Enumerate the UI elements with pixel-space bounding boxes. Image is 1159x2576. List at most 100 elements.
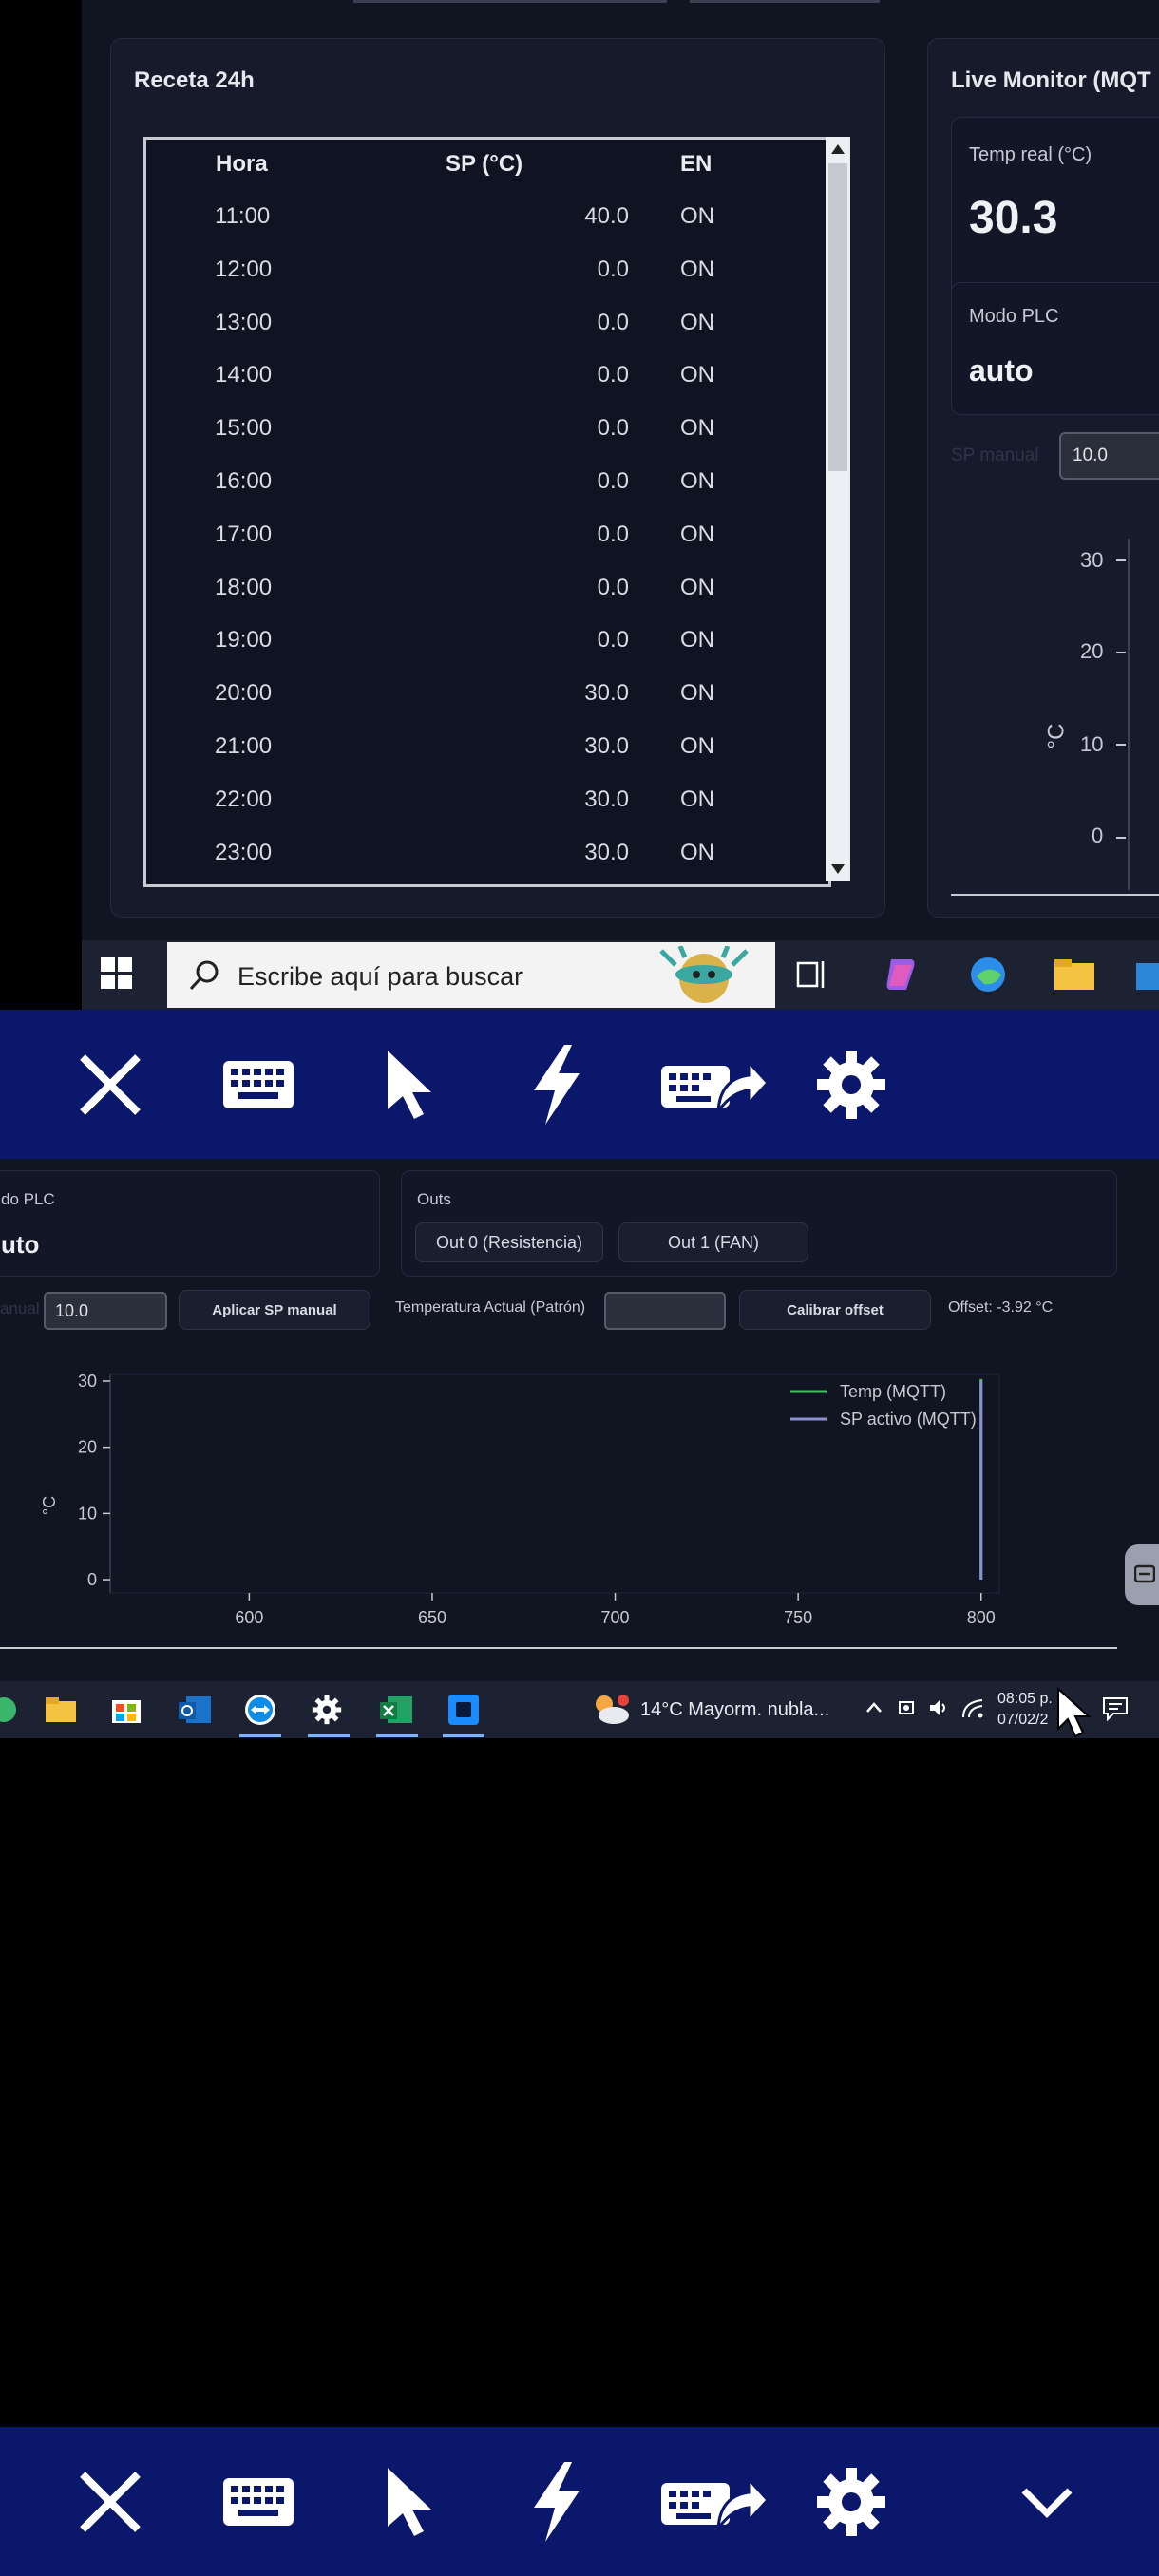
header-hora[interactable]: Hora <box>216 151 268 178</box>
teamviewer-icon[interactable] <box>243 1693 277 1732</box>
notification-icon[interactable] <box>1102 1696 1129 1726</box>
table-row[interactable]: 13:00 0.0 ON <box>146 298 828 351</box>
lightning-icon[interactable] <box>509 1010 604 1159</box>
apply-sp-button[interactable]: Aplicar SP manual <box>179 1290 370 1330</box>
cell-hora: 13:00 <box>215 309 273 335</box>
recipe-scrollbar[interactable] <box>826 137 850 881</box>
scroll-thumb[interactable] <box>828 163 847 471</box>
temp-value: 30.3 <box>969 193 1058 243</box>
y-tick-label: 0 <box>87 1570 97 1589</box>
gear-icon[interactable] <box>804 2427 899 2576</box>
side-panel-handle[interactable] <box>1125 1544 1159 1605</box>
x-tick-label: 750 <box>784 1608 812 1627</box>
cell-sp: 0.0 <box>597 627 629 653</box>
volume-icon[interactable] <box>927 1696 950 1724</box>
chart-baseline <box>0 1647 1117 1649</box>
cell-sp: 0.0 <box>597 468 629 494</box>
excel-icon[interactable] <box>380 1695 412 1730</box>
chevron-down-icon[interactable] <box>999 2427 1094 2576</box>
out1-button[interactable]: Out 1 (FAN) <box>618 1222 808 1262</box>
camera-icon[interactable] <box>897 1696 920 1724</box>
remote-screen-lower: do PLC uto Outs Out 0 (Resistencia) Out … <box>0 1159 1159 1738</box>
lightning-icon[interactable] <box>509 2427 604 2576</box>
table-row[interactable]: 14:00 0.0 ON <box>146 350 828 404</box>
folder-icon[interactable] <box>1054 957 1094 996</box>
chevron-up-icon[interactable] <box>864 1698 884 1722</box>
lower-sp-label: anual <box>0 1299 40 1317</box>
mini-tickmark-30 <box>1116 559 1126 561</box>
cell-hora: 12:00 <box>215 256 273 282</box>
calibrate-offset-button[interactable]: Calibrar offset <box>739 1290 931 1330</box>
table-row[interactable]: 18:00 0.0 ON <box>146 563 828 616</box>
close-icon[interactable] <box>63 1010 158 1159</box>
keyboard-send-icon[interactable] <box>657 2427 771 2576</box>
keyboard-icon[interactable] <box>211 1010 306 1159</box>
table-row[interactable]: 23:00 30.0 ON <box>146 828 828 881</box>
scroll-up-icon[interactable] <box>826 137 850 161</box>
edge-icon-lower[interactable] <box>0 1696 17 1728</box>
cell-sp: 0.0 <box>597 256 629 282</box>
folder-icon-lower[interactable] <box>46 1696 76 1728</box>
keyboard-icon[interactable] <box>211 2427 306 2576</box>
temp-patron-label: Temperatura Actual (Patrón) <box>395 1299 586 1316</box>
lower-sp-input[interactable]: 10.0 <box>44 1292 167 1330</box>
temp-patron-input[interactable] <box>604 1292 726 1330</box>
table-row[interactable]: 17:00 0.0 ON <box>146 510 828 563</box>
table-row[interactable]: 20:00 30.0 ON <box>146 669 828 722</box>
header-en[interactable]: EN <box>680 151 712 178</box>
lower-mode-card: do PLC uto <box>0 1170 380 1277</box>
cell-hora: 22:00 <box>215 786 273 812</box>
task-view-icon[interactable] <box>794 957 828 996</box>
table-row[interactable]: 19:00 0.0 ON <box>146 616 828 669</box>
search-highlight-image <box>642 945 766 1005</box>
table-row[interactable]: 21:00 30.0 ON <box>146 722 828 775</box>
recipe-table[interactable]: Hora SP (°C) EN 11:00 40.0 ON 12:00 0.0 ON 13:… <box>143 137 831 887</box>
header-sp[interactable]: SP (°C) <box>446 151 522 178</box>
table-row[interactable]: 11:00 40.0 ON <box>146 192 828 245</box>
y-tick-label: 20 <box>78 1438 97 1457</box>
legend-label: Temp (MQTT) <box>840 1382 946 1401</box>
mode-card: Modo PLC auto <box>951 282 1159 415</box>
table-row[interactable]: 16:00 0.0 ON <box>146 457 828 510</box>
store-icon[interactable] <box>1136 957 1159 996</box>
cell-hora: 14:00 <box>215 362 273 388</box>
sp-manual-input[interactable]: 10.0 <box>1059 432 1159 480</box>
gear-icon[interactable] <box>804 1010 899 1159</box>
cell-en: ON <box>680 415 714 442</box>
store-icon-lower[interactable] <box>112 1695 141 1728</box>
live-monitor-title: Live Monitor (MQT <box>951 67 1151 93</box>
outlook-icon[interactable] <box>179 1695 211 1730</box>
edge-icon[interactable] <box>969 956 1007 998</box>
settings-icon-lower[interactable] <box>312 1695 342 1730</box>
app-square-icon[interactable] <box>448 1695 479 1730</box>
mini-tick-30: 30 <box>1080 548 1104 572</box>
cell-sp: 30.0 <box>584 786 629 812</box>
mouse-cursor-icon <box>1054 1686 1092 1745</box>
outs-label: Outs <box>417 1190 451 1208</box>
mini-ylabel: °C <box>1043 723 1070 749</box>
table-row[interactable]: 12:00 0.0 ON <box>146 245 828 298</box>
keyboard-send-icon[interactable] <box>657 1010 771 1159</box>
out0-button[interactable]: Out 0 (Resistencia) <box>415 1222 603 1262</box>
close-icon[interactable] <box>63 2427 158 2576</box>
cell-hora: 15:00 <box>215 415 273 442</box>
taskbar-search-box[interactable]: Escribe aquí para buscar <box>167 942 775 1008</box>
windows-start-icon[interactable] <box>101 957 133 994</box>
cell-en: ON <box>680 362 714 388</box>
weather-text[interactable]: 14°C Mayorm. nubla... <box>640 1699 829 1721</box>
mini-tickmark-20 <box>1116 652 1126 653</box>
cell-en: ON <box>680 203 714 229</box>
pointer-icon[interactable] <box>361 2427 456 2576</box>
copilot-icon[interactable] <box>882 956 920 998</box>
wifi-icon[interactable] <box>961 1696 986 1724</box>
table-row[interactable]: 15:00 0.0 ON <box>146 404 828 457</box>
cell-sp: 0.0 <box>597 362 629 388</box>
cell-en: ON <box>680 839 714 865</box>
cell-hora: 16:00 <box>215 468 273 494</box>
scroll-down-icon[interactable] <box>826 857 850 881</box>
pointer-icon[interactable] <box>361 1010 456 1159</box>
app-window: Receta 24h Hora SP (°C) EN 11:00 40.0 ON 12… <box>82 0 1159 940</box>
active-indicator <box>376 1734 418 1737</box>
weather-icon[interactable] <box>591 1693 629 1730</box>
table-row[interactable]: 22:00 30.0 ON <box>146 775 828 828</box>
